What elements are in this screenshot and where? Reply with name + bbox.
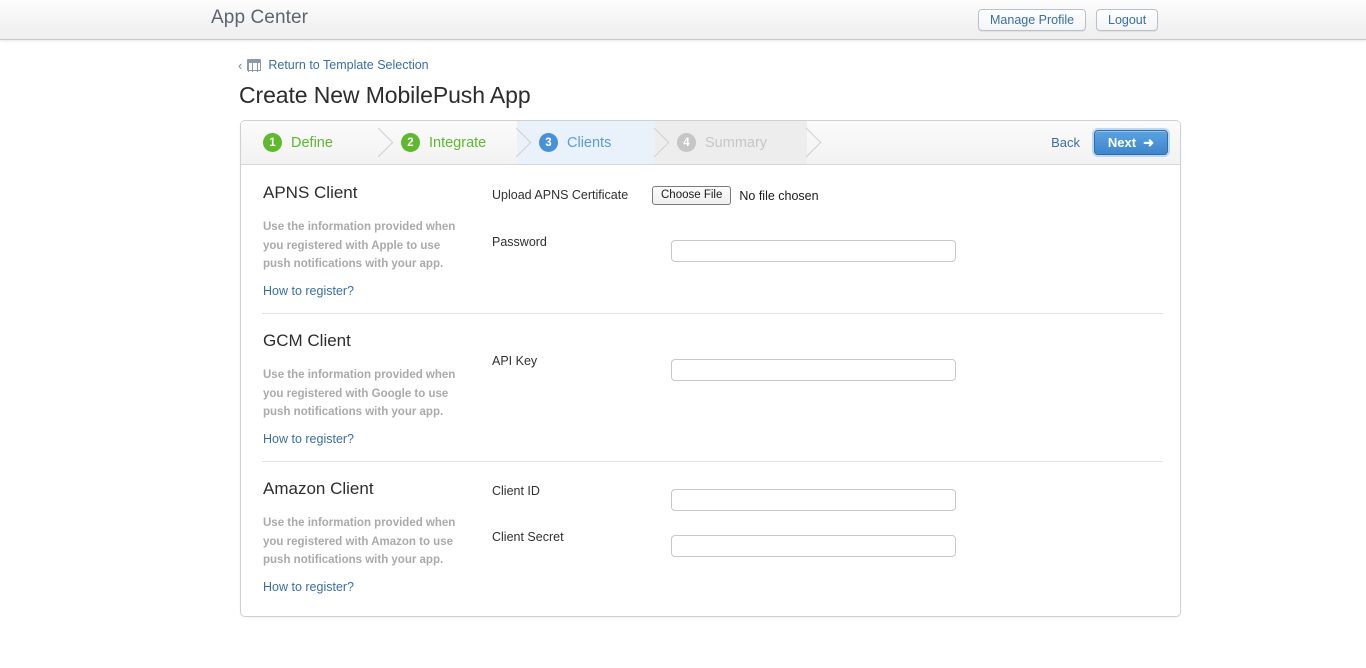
wizard-step-summary[interactable]: 4 Summary (655, 121, 807, 164)
section-title: Amazon Client (263, 479, 374, 498)
wizard-step-label: Integrate (429, 134, 487, 151)
arrow-right-icon: ➜ (1143, 135, 1154, 150)
wizard-step-label: Define (291, 134, 333, 151)
section-fields: Upload APNS Certificate Choose File No fil… (492, 165, 1092, 313)
wizard-step-number: 2 (401, 133, 420, 152)
field-label-api-key: API Key (492, 354, 538, 368)
next-button-label: Next (1107, 135, 1137, 150)
field-label-client-id: Client ID (492, 484, 540, 498)
section-fields: Client ID Client Secret (492, 461, 1092, 661)
wizard-step-number: 4 (677, 133, 696, 152)
field-label-password: Password (492, 235, 547, 249)
how-to-register-link[interactable]: How to register? (263, 284, 354, 298)
breadcrumb: ‹ Return to Template Selection (238, 56, 429, 74)
wizard-step-label: Clients (567, 134, 612, 151)
wizard-step-define[interactable]: 1 Define (241, 121, 379, 164)
form-section-gcm-client: GCM Client Use the information provided w… (241, 313, 1180, 461)
section-info: APNS Client Use the information provided … (241, 165, 471, 313)
how-to-register-link[interactable]: How to register? (263, 580, 354, 594)
section-description: Use the information provided when you re… (263, 221, 456, 270)
chevron-left-icon: ‹ (238, 57, 243, 73)
return-to-template-selection-link[interactable]: Return to Template Selection (268, 58, 428, 72)
section-description: Use the information provided when you re… (263, 517, 456, 566)
page-title: Create New MobilePush App (239, 82, 531, 108)
section-title: APNS Client (263, 183, 358, 202)
app-title: App Center (211, 7, 309, 28)
field-input-password[interactable] (671, 240, 956, 262)
section-description: Use the information provided when you re… (263, 369, 456, 418)
logout-button[interactable]: Logout (1096, 9, 1159, 31)
upload-certificate-label: Upload APNS Certificate (492, 188, 629, 202)
app-header: App Center Manage Profile Logout (0, 0, 1366, 40)
choose-file-button[interactable]: Choose File (652, 186, 732, 205)
next-button[interactable]: Next ➜ (1093, 130, 1168, 155)
field-input-api-key[interactable] (671, 359, 956, 381)
field-input-client-id[interactable] (671, 489, 956, 511)
section-info: Amazon Client Use the information provide… (241, 461, 471, 661)
manage-profile-button[interactable]: Manage Profile (978, 9, 1087, 31)
how-to-register-link[interactable]: How to register? (263, 432, 354, 446)
field-label-client-secret: Client Secret (492, 530, 564, 544)
section-fields: API Key (492, 313, 1092, 461)
form-section-amazon-client: Amazon Client Use the information provide… (241, 461, 1180, 661)
wizard-step-bar: Back Next ➜ 1 Define 2 Integrate 3 Clients 4 Su… (241, 121, 1180, 165)
wizard-step-integrate[interactable]: 2 Integrate (379, 121, 517, 164)
section-title: GCM Client (263, 331, 351, 350)
form-section-apns-client: APNS Client Use the information provided … (241, 165, 1180, 313)
grid-icon (247, 59, 262, 71)
wizard-step-number: 3 (539, 133, 558, 152)
section-info: GCM Client Use the information provided w… (241, 313, 471, 461)
wizard-step-number: 1 (263, 133, 282, 152)
wizard-step-clients[interactable]: 3 Clients (517, 121, 655, 164)
back-link[interactable]: Back (1051, 135, 1080, 150)
file-status-text: No file chosen (739, 188, 819, 203)
file-upload-control[interactable]: Choose File No file chosen (652, 186, 819, 205)
field-input-client-secret[interactable] (671, 535, 956, 557)
wizard-step-label: Summary (705, 134, 768, 151)
main-panel: Back Next ➜ 1 Define 2 Integrate 3 Clients 4 Su… (240, 120, 1181, 617)
